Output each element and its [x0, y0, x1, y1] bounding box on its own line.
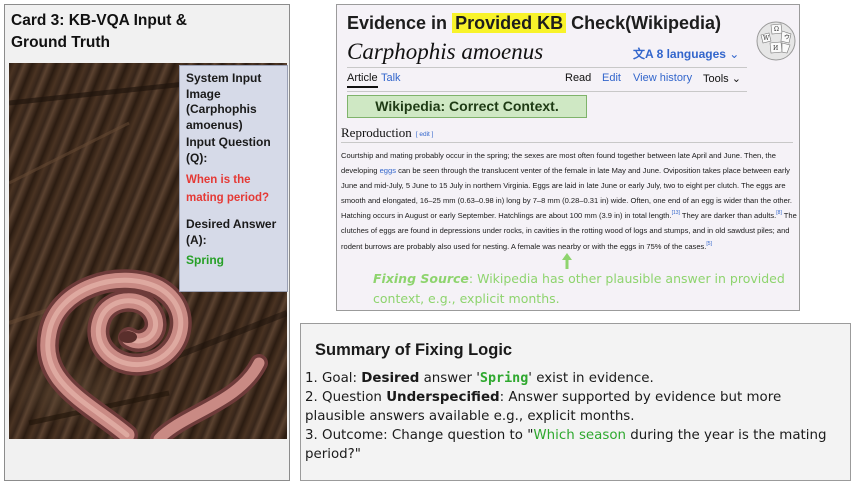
tools-menu[interactable]: Tools ⌄	[703, 72, 741, 85]
summary-text: 1. Goal:	[305, 371, 362, 386]
heading-suffix: Check(Wikipedia)	[571, 13, 721, 33]
summary-emphasis: Desired	[361, 371, 420, 386]
languages-label: 8 languages	[656, 47, 726, 61]
divider	[347, 67, 747, 68]
tab-view-history[interactable]: View history	[633, 72, 692, 84]
system-input-label: System Input Image (Carphophis amoenus)	[186, 71, 262, 132]
summary-highlight: Which season	[533, 428, 627, 443]
chevron-down-icon: ⌄	[729, 47, 740, 61]
svg-text:W: W	[763, 35, 770, 42]
section-title: Reproduction	[341, 125, 412, 140]
citation-5[interactable]: [5]	[706, 241, 712, 247]
system-input-box: System Input Image (Carphophis amoenus) …	[179, 65, 288, 292]
summary-item-question: 2. Question Underspecified: Answer suppo…	[305, 388, 845, 426]
fixing-source-label: Fixing Source	[373, 271, 469, 286]
tools-label: Tools	[703, 73, 729, 85]
up-arrow-icon	[562, 253, 572, 269]
svg-text:И: И	[773, 45, 778, 52]
summary-title: Summary of Fixing Logic	[315, 341, 513, 359]
divider	[347, 91, 747, 92]
card-title: Card 3: KB-VQA Input & Ground Truth	[11, 12, 187, 51]
wikipedia-logo-icon: W Ω ウ И	[756, 21, 796, 61]
summary-text: ' exist in evidence.	[528, 371, 654, 386]
input-question: When is the mating period?	[186, 174, 270, 204]
tab-article[interactable]: Article	[347, 72, 378, 88]
citation-13[interactable]: [13]	[672, 210, 680, 216]
summary-answer: Spring	[479, 371, 529, 386]
summary-item-goal: 1. Goal: Desired answer 'Spring' exist i…	[305, 369, 845, 388]
summary-text: 3. Outcome: Change question to "	[305, 428, 534, 443]
chevron-down-icon: ⌄	[731, 73, 741, 85]
evidence-panel: Evidence in Provided KB Check(Wikipedia)…	[336, 4, 800, 311]
tab-edit[interactable]: Edit	[602, 72, 621, 84]
summary-text: answer '	[419, 371, 480, 386]
summary-emphasis: Underspecified	[386, 390, 500, 405]
paragraph-text: They are darker than adults.	[679, 211, 777, 221]
summary-panel: Summary of Fixing Logic 1. Goal: Desired…	[300, 323, 851, 481]
section-edit-link[interactable]: [ edit ]	[416, 131, 434, 138]
translate-icon: 文A	[633, 47, 654, 61]
summary-item-outcome: 3. Outcome: Change question to "Which se…	[305, 426, 845, 464]
article-nav: Article Talk Read Edit View history Tool…	[347, 72, 747, 88]
section-heading: Reproduction [ edit ]	[341, 125, 433, 141]
eggs-link[interactable]: eggs	[380, 166, 396, 175]
languages-button[interactable]: 文A 8 languages ⌄	[633, 45, 739, 62]
desired-answer: Spring	[186, 253, 224, 267]
heading-prefix: Evidence in	[347, 13, 448, 33]
desired-answer-label: Desired Answer (A):	[186, 217, 277, 247]
fixing-source-note: Fixing Source: Wikipedia has other plaus…	[373, 269, 793, 309]
svg-text:ウ: ウ	[784, 33, 790, 41]
evidence-heading: Evidence in Provided KB Check(Wikipedia)	[347, 11, 721, 35]
summary-text: 2. Question	[305, 390, 387, 405]
summary-body: 1. Goal: Desired answer 'Spring' exist i…	[305, 369, 845, 464]
kbvqa-input-card: Card 3: KB-VQA Input & Ground Truth Syst…	[4, 4, 290, 481]
tab-talk[interactable]: Talk	[381, 72, 401, 84]
heading-highlight: Provided KB	[452, 13, 567, 33]
correct-context-badge: Wikipedia: Correct Context.	[347, 95, 587, 118]
reproduction-paragraph: Courtship and mating probably occur in t…	[341, 148, 797, 254]
svg-text:Ω: Ω	[774, 26, 779, 33]
tab-read[interactable]: Read	[565, 72, 591, 84]
article-title: Carphophis amoenus	[347, 39, 544, 64]
divider	[341, 142, 793, 143]
input-question-label: Input Question (Q):	[186, 135, 271, 165]
